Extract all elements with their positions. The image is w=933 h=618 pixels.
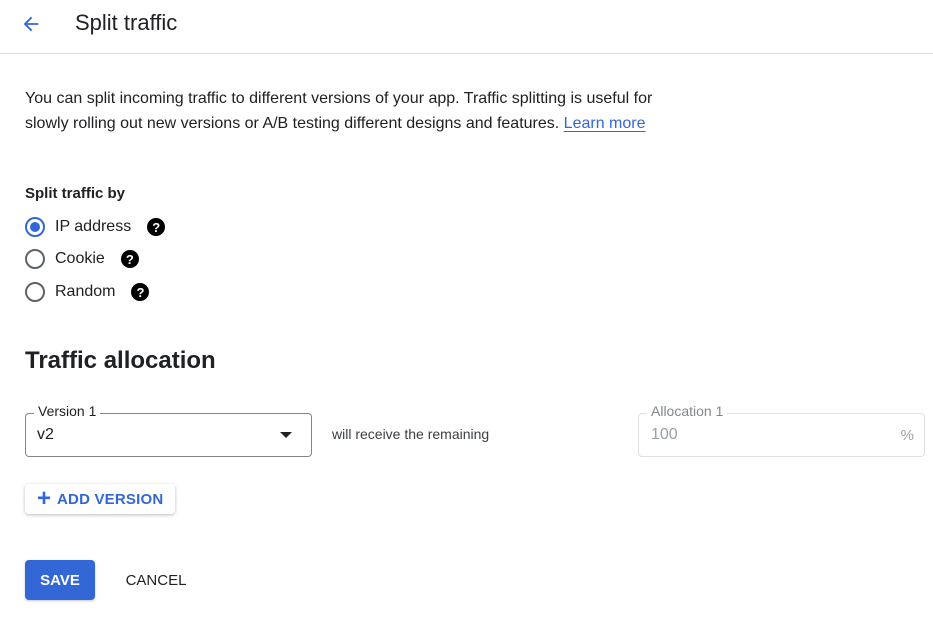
arrow-left-icon (23, 16, 39, 32)
split-traffic-by-label: Split traffic by (25, 185, 126, 202)
description-text: You can split incoming traffic to differ… (25, 90, 653, 132)
page-header: Split traffic (0, 0, 933, 54)
percent-suffix: % (900, 427, 914, 444)
save-button[interactable]: SAVE (25, 560, 95, 600)
help-circle-icon[interactable]: ? (147, 218, 166, 236)
radio-button[interactable] (25, 282, 45, 302)
dropdown-arrow-icon (280, 432, 292, 438)
allocation-label: Allocation 1 (647, 403, 728, 419)
description: You can split incoming traffic to differ… (25, 86, 665, 136)
plus-icon: + (37, 485, 52, 512)
cancel-button[interactable]: CANCEL (113, 560, 199, 600)
traffic-allocation-title: Traffic allocation (25, 347, 216, 374)
radio-label: Cookie (55, 250, 105, 267)
radio-label: Random (55, 283, 116, 300)
add-version-label: ADD VERSION (57, 490, 164, 508)
remaining-text: will receive the remaining (332, 426, 490, 442)
allocation-value: 100 (651, 426, 678, 443)
version-value: v2 (37, 426, 54, 443)
add-version-button[interactable]: + ADD VERSION (25, 484, 175, 514)
radio-ip-address[interactable]: IP address ? (25, 216, 166, 238)
radio-button[interactable] (25, 249, 45, 269)
learn-more-link[interactable]: Learn more (564, 115, 646, 132)
help-circle-icon[interactable]: ? (120, 250, 139, 268)
back-button[interactable] (14, 9, 48, 39)
version-select[interactable]: Version 1 v2 (25, 403, 312, 457)
radio-button-checked[interactable] (25, 217, 45, 237)
radio-label: IP address (55, 218, 132, 235)
help-circle-icon[interactable]: ? (131, 283, 150, 301)
page-title: Split traffic (75, 10, 178, 35)
allocation-input: Allocation 1 100 % (638, 403, 925, 457)
radio-cookie[interactable]: Cookie ? (25, 248, 139, 270)
radio-random[interactable]: Random ? (25, 281, 150, 303)
version-label: Version 1 (34, 403, 101, 419)
